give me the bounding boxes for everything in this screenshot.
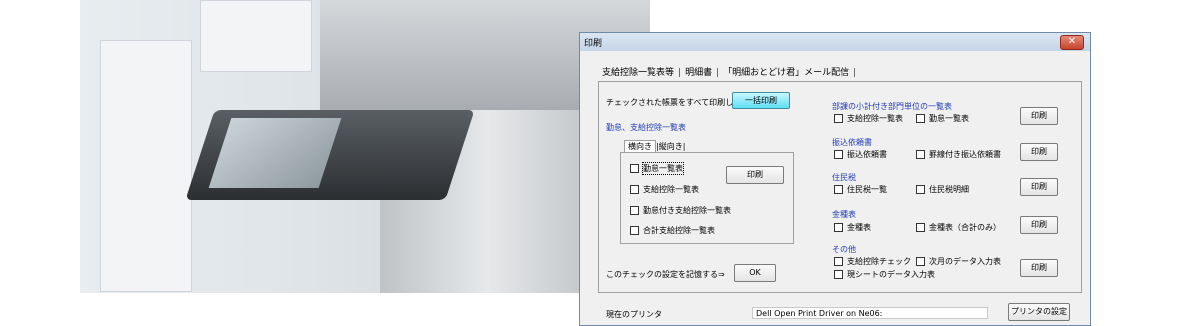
tab-separator: |: [682, 142, 686, 151]
print-dialog: 印刷 ✕ 支給控除一覧表等 | 明細書 | 「明細おとどけ君」メール配信 | チェックされ…: [579, 32, 1091, 326]
tab-landscape[interactable]: 横向き: [624, 140, 656, 152]
copier-touchscreen: [208, 118, 342, 188]
checkbox-label: 次月のデータ入力表: [929, 257, 1001, 266]
checkbox-box[interactable]: [834, 185, 843, 194]
checkbox-denomination[interactable]: 金種表: [834, 222, 871, 233]
shelf: [200, 0, 312, 72]
checkbox-next-month-input[interactable]: 次月のデータ入力表: [916, 256, 1001, 267]
checkbox-label: 住民税一覧: [847, 185, 887, 194]
checkbox-dept-payment-list[interactable]: 支給控除一覧表: [834, 113, 903, 124]
checkbox-label: 勤怠一覧表: [642, 162, 684, 175]
checkbox-box[interactable]: [834, 114, 843, 123]
print-button-landscape[interactable]: 印刷: [726, 166, 784, 184]
tab-portrait[interactable]: 縦向き: [659, 142, 683, 151]
group-title-dept-subtotal: 部課の小計付き部門単位の一覧表: [832, 102, 952, 111]
checkbox-label: 勤怠付き支給控除一覧表: [643, 206, 731, 215]
checkbox-box[interactable]: [916, 150, 925, 159]
checkbox-label: 振込依頼書: [847, 150, 887, 159]
checkbox-box[interactable]: [834, 150, 843, 159]
checkbox-box[interactable]: [630, 185, 639, 194]
checkbox-box[interactable]: [834, 270, 843, 279]
printer-label: 現在のプリンタ: [606, 310, 662, 319]
tab-separator: |: [678, 68, 682, 78]
section-title-attendance: 勤怠、支給控除一覧表: [606, 123, 686, 132]
shelf: [100, 40, 192, 292]
checkbox-label: 支給控除一覧表: [643, 185, 699, 194]
checkbox-box[interactable]: [916, 185, 925, 194]
tab-summary[interactable]: 支給控除一覧表等: [600, 68, 676, 78]
checkbox-payment-deduction-list[interactable]: 支給控除一覧表: [630, 184, 699, 195]
checkbox-attendance-payment-list[interactable]: 勤怠付き支給控除一覧表: [630, 205, 731, 216]
close-button[interactable]: ✕: [1060, 35, 1084, 50]
checkbox-box[interactable]: [630, 164, 639, 173]
tab-statement[interactable]: 明細書: [683, 68, 714, 78]
checkbox-label: 支給控除一覧表: [847, 114, 903, 123]
checkbox-label: 住民税明細: [929, 185, 969, 194]
checkbox-box[interactable]: [834, 223, 843, 232]
checkbox-box[interactable]: [630, 226, 639, 235]
checkbox-attendance-list[interactable]: 勤怠一覧表: [630, 162, 684, 175]
checkbox-label: 罫線付き振込依頼書: [929, 150, 1001, 159]
checkbox-resident-tax-list[interactable]: 住民税一覧: [834, 184, 887, 195]
tab-mail[interactable]: 「明細おとどけ君」メール配信: [721, 68, 851, 78]
orientation-tabs: 横向き |縦向き|: [624, 140, 686, 152]
checkbox-current-sheet-input[interactable]: 現シートのデータ入力表: [834, 269, 935, 280]
print-button-denomination[interactable]: 印刷: [1020, 216, 1058, 234]
print-button-resident-tax[interactable]: 印刷: [1020, 178, 1058, 196]
remember-settings-text: このチェックの設定を記憶する⇒: [606, 270, 725, 279]
ok-button[interactable]: OK: [734, 264, 776, 282]
checkbox-ruled-transfer-request[interactable]: 罫線付き振込依頼書: [916, 149, 1001, 160]
group-title-transfer: 振込依頼書: [832, 138, 872, 147]
group-title-other: その他: [832, 245, 856, 254]
dialog-title: 印刷: [584, 39, 603, 49]
copier-photo: [80, 0, 650, 293]
checkbox-label: 金種表（合計のみ）: [929, 223, 1001, 232]
current-printer-field: Dell Open Print Driver on Ne06:: [752, 307, 988, 319]
checkbox-label: 現シートのデータ入力表: [847, 270, 935, 279]
checkbox-transfer-request[interactable]: 振込依頼書: [834, 149, 887, 160]
checkbox-total-payment-list[interactable]: 合計支給控除一覧表: [630, 225, 715, 236]
print-button-other[interactable]: 印刷: [1020, 259, 1058, 277]
checkbox-label: 金種表: [847, 223, 871, 232]
checkbox-box[interactable]: [630, 206, 639, 215]
tab-separator: |: [853, 68, 857, 78]
checkbox-box[interactable]: [916, 114, 925, 123]
checkbox-label: 合計支給控除一覧表: [643, 226, 715, 235]
bulk-print-button[interactable]: 一括印刷: [732, 92, 790, 109]
group-title-resident-tax: 住民税: [832, 173, 856, 182]
checkbox-box[interactable]: [916, 257, 925, 266]
print-button-transfer[interactable]: 印刷: [1020, 143, 1058, 161]
tab-strip: 支給控除一覧表等 | 明細書 | 「明細おとどけ君」メール配信 |: [600, 65, 858, 78]
checkbox-label: 支給控除チェック: [847, 257, 911, 266]
close-icon: ✕: [1067, 36, 1077, 47]
checkbox-box[interactable]: [916, 223, 925, 232]
checkbox-label: 勤怠一覧表: [929, 114, 969, 123]
checkbox-payment-check[interactable]: 支給控除チェック: [834, 256, 911, 267]
title-bar: 印刷 ✕: [580, 33, 1090, 51]
printer-settings-button[interactable]: プリンタの設定: [1008, 303, 1070, 321]
checkbox-resident-tax-detail[interactable]: 住民税明細: [916, 184, 969, 195]
checkbox-denomination-total[interactable]: 金種表（合計のみ）: [916, 222, 1001, 233]
checkbox-box[interactable]: [834, 257, 843, 266]
checkbox-dept-attendance-list[interactable]: 勤怠一覧表: [916, 113, 969, 124]
group-title-denomination: 金種表: [832, 210, 856, 219]
print-button-dept[interactable]: 印刷: [1020, 107, 1058, 125]
